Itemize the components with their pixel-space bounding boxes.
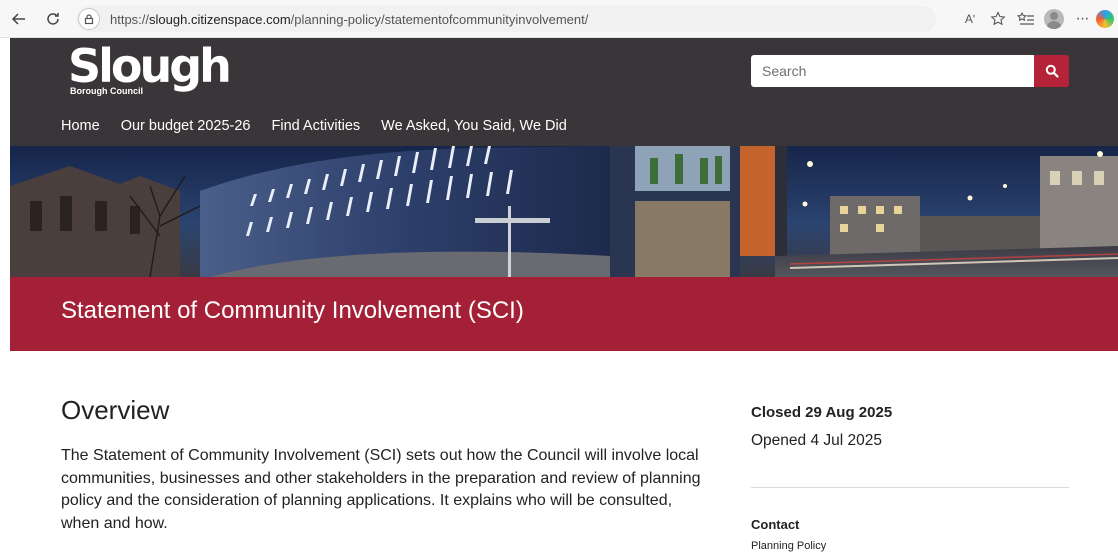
nav-our-budget[interactable]: Our budget 2025-26 <box>121 118 251 134</box>
browser-toolbar: https://slough.citizenspace.com/planning… <box>0 0 1118 38</box>
main-nav: Home Our budget 2025-26 Find Activities … <box>61 118 567 134</box>
nav-home[interactable]: Home <box>61 118 100 134</box>
logo-subtitle: Borough Council <box>70 86 143 96</box>
search-button[interactable] <box>1034 55 1069 87</box>
favorite-star-icon[interactable] <box>984 6 1012 32</box>
opened-date: Opened 4 Jul 2025 <box>751 432 882 449</box>
nav-we-asked[interactable]: We Asked, You Said, We Did <box>381 118 567 134</box>
sidebar-divider <box>751 487 1069 488</box>
copilot-icon[interactable] <box>1096 6 1118 32</box>
address-bar[interactable]: https://slough.citizenspace.com/planning… <box>76 6 936 32</box>
overview-text: The Statement of Community Involvement (… <box>61 447 701 532</box>
browser-actions: Aʹ ··· <box>956 6 1118 32</box>
favorites-list-icon[interactable] <box>1012 6 1040 32</box>
overview-heading: Overview <box>61 395 170 425</box>
banner-image <box>10 146 1118 277</box>
refresh-icon[interactable] <box>42 8 64 30</box>
nav-find-activities[interactable]: Find Activities <box>271 118 360 134</box>
title-band: Statement of Community Involvement (SCI) <box>10 277 1118 351</box>
contact-label: Contact <box>751 517 800 532</box>
back-icon[interactable] <box>8 8 30 30</box>
profile-avatar-icon[interactable] <box>1040 6 1068 32</box>
contact-value: Planning Policy <box>751 540 827 552</box>
search-icon <box>1045 64 1059 78</box>
closed-date: Closed 29 Aug 2025 <box>751 404 893 421</box>
slough-logo[interactable]: Slough Borough Council <box>68 39 232 98</box>
page-title: Statement of Community Involvement (SCI) <box>61 297 524 324</box>
url-text[interactable]: https://slough.citizenspace.com/planning… <box>110 12 588 27</box>
site-header: Slough Borough Council Home Our budget 2… <box>10 38 1118 146</box>
read-aloud-icon[interactable]: Aʹ <box>956 6 984 32</box>
lock-icon[interactable] <box>78 8 100 30</box>
search-input[interactable] <box>751 55 1035 87</box>
more-options-icon[interactable]: ··· <box>1068 6 1096 32</box>
